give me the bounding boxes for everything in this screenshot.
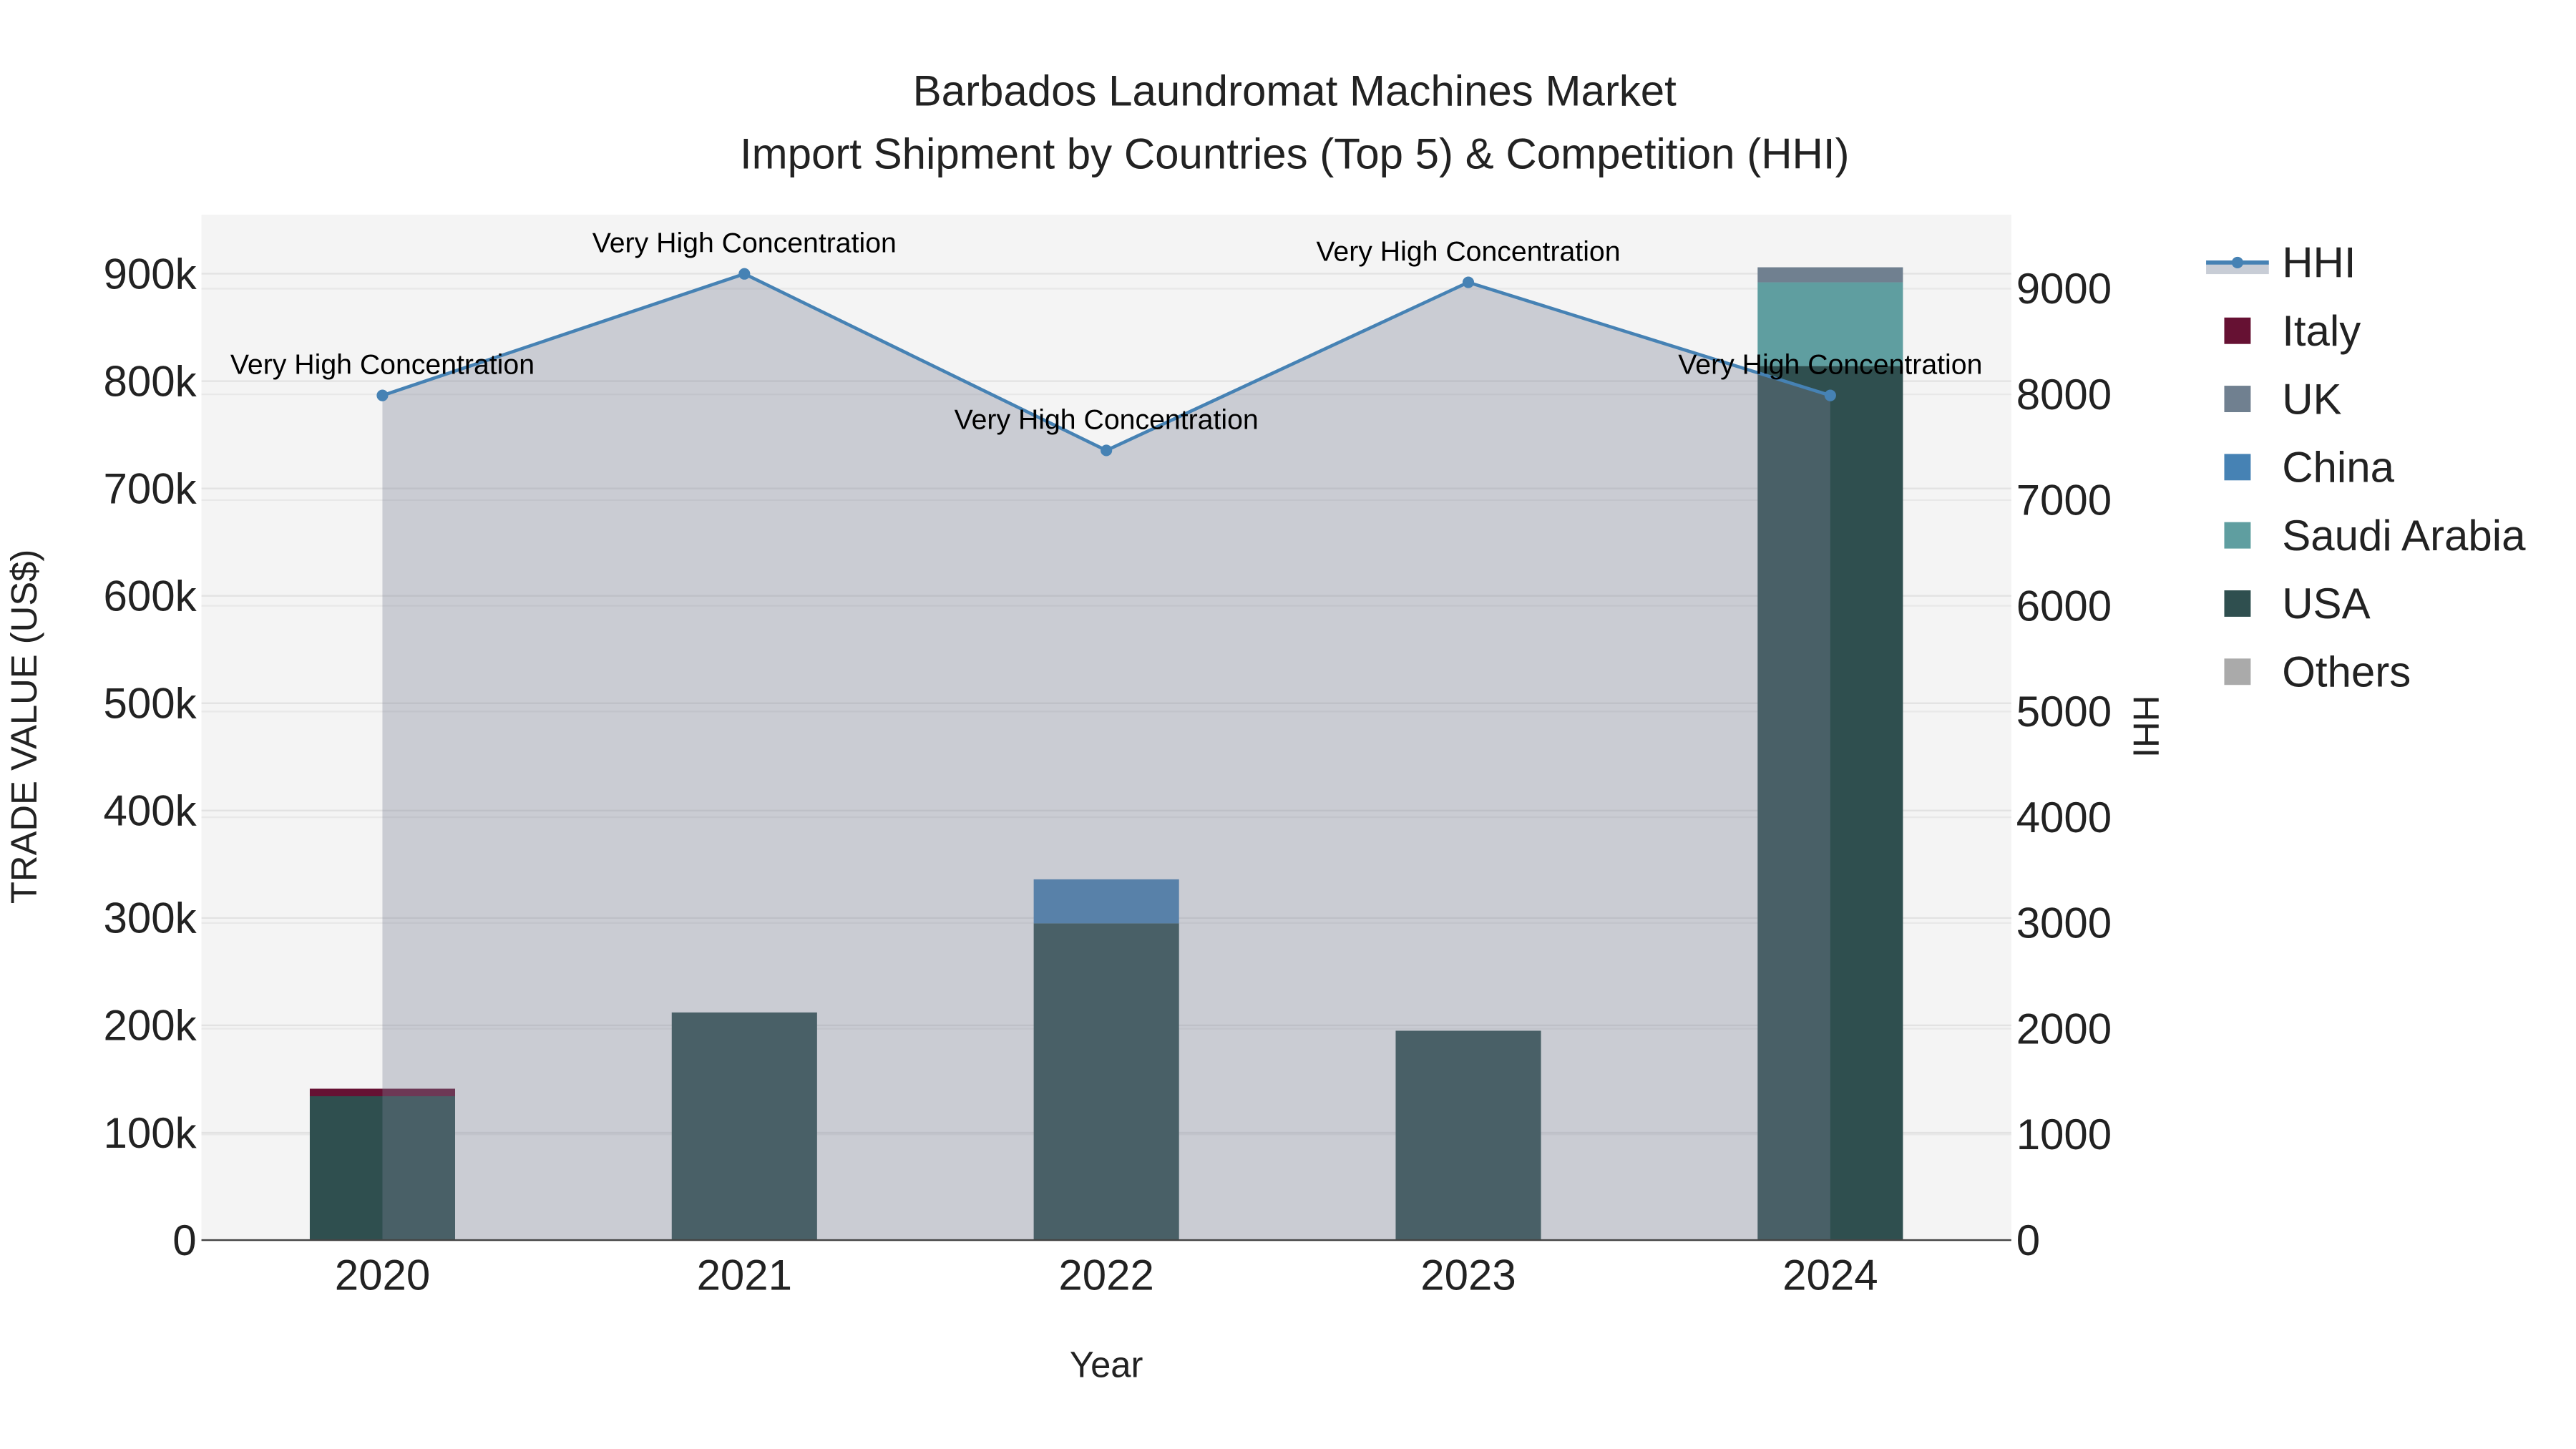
y-tick-label: 600k: [104, 572, 197, 620]
hhi-annotation: Very High Concentration: [592, 228, 897, 259]
legend-label: UK: [2282, 375, 2341, 423]
y-tick-label: 500k: [104, 680, 197, 728]
legend-swatch: [2224, 386, 2251, 412]
x-axis-title: Year: [1070, 1345, 1143, 1385]
bar-uk-2024: [1757, 267, 1903, 283]
y-tick-label: 0: [172, 1216, 196, 1264]
legend-item-italy[interactable]: Italy: [2224, 307, 2361, 355]
y-tick-label: 300k: [104, 894, 197, 942]
legend-swatch: [2224, 590, 2251, 617]
legend-swatch: [2224, 658, 2251, 686]
x-tick-label: 2023: [1420, 1251, 1516, 1299]
y2-tick-label: 2000: [2016, 1005, 2112, 1053]
y2-axis-ticks: 0 1000 2000 3000 4000 5000 6000 7000 8000 9000: [2016, 265, 2112, 1264]
y2-tick-label: 0: [2016, 1216, 2040, 1264]
legend-swatch: [2224, 317, 2251, 344]
x-tick-label: 2024: [1782, 1251, 1878, 1299]
y-axis-ticks: 0 100k 200k 300k 400k 500k 600k 700k 800k 900k: [104, 250, 197, 1264]
legend-item-hhi[interactable]: HHI: [2206, 239, 2356, 287]
x-axis-ticks: 2020 2021 2022 2023 2024: [335, 1251, 1878, 1299]
y-tick-label: 800k: [104, 357, 197, 405]
legend-label: Others: [2282, 648, 2411, 696]
legend-label: Italy: [2282, 307, 2361, 355]
x-tick-label: 2022: [1058, 1251, 1153, 1299]
y-tick-label: 700k: [104, 464, 197, 512]
legend-label: Saudi Arabia: [2282, 512, 2526, 560]
chart-title: Barbados Laundromat Machines Market: [913, 67, 1677, 115]
y2-tick-label: 6000: [2016, 582, 2112, 630]
legend-hhi-marker: [2231, 256, 2243, 268]
legend: HHI Italy UK China Saudi Arabia USA Others: [2206, 239, 2526, 696]
chart-subtitle: Import Shipment by Countries (Top 5) & C…: [740, 130, 1850, 177]
legend-label: China: [2282, 444, 2394, 492]
y-tick-label: 200k: [104, 1002, 197, 1050]
y2-tick-label: 5000: [2016, 688, 2112, 736]
hhi-annotation: Very High Concentration: [1678, 349, 1982, 381]
legend-item-saudi-arabia[interactable]: Saudi Arabia: [2224, 512, 2526, 560]
y-tick-label: 100k: [104, 1109, 197, 1157]
y-tick-label: 400k: [104, 787, 197, 835]
legend-item-usa[interactable]: USA: [2224, 580, 2371, 628]
x-tick-label: 2020: [335, 1251, 430, 1299]
legend-item-uk[interactable]: UK: [2224, 375, 2342, 423]
y2-axis-title: HHI: [2126, 696, 2167, 758]
hhi-annotation: Very High Concentration: [230, 349, 535, 381]
hhi-point: [738, 268, 751, 280]
y2-tick-label: 8000: [2016, 371, 2112, 419]
y2-tick-label: 1000: [2016, 1111, 2112, 1158]
hhi-point: [1101, 444, 1113, 457]
y-tick-label: 900k: [104, 250, 197, 298]
hhi-point: [376, 389, 389, 401]
y2-tick-label: 7000: [2016, 477, 2112, 525]
legend-label: HHI: [2282, 239, 2356, 287]
hhi-point: [1462, 276, 1475, 288]
legend-swatch: [2224, 454, 2251, 481]
x-tick-label: 2021: [697, 1251, 792, 1299]
hhi-annotation: Very High Concentration: [955, 404, 1259, 435]
hhi-point: [1824, 389, 1836, 401]
y2-tick-label: 9000: [2016, 265, 2112, 313]
hhi-annotation: Very High Concentration: [1316, 236, 1620, 268]
legend-swatch: [2224, 522, 2251, 549]
legend-item-others[interactable]: Others: [2224, 648, 2411, 696]
y-axis-title: TRADE VALUE (US$): [4, 550, 44, 904]
legend-item-china[interactable]: China: [2224, 444, 2395, 492]
chart: Very High Concentration Very High Concent…: [4, 67, 2526, 1385]
y2-tick-label: 4000: [2016, 794, 2112, 841]
legend-label: USA: [2282, 580, 2370, 628]
y2-tick-label: 3000: [2016, 899, 2112, 947]
